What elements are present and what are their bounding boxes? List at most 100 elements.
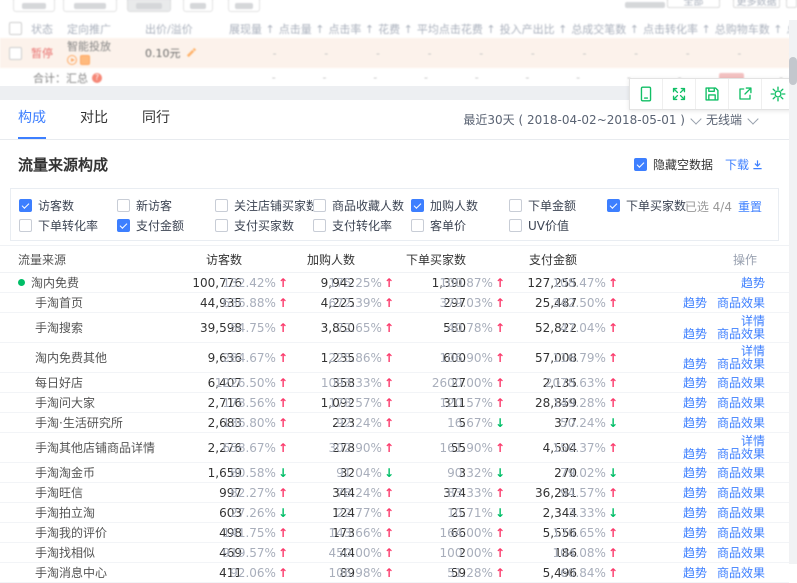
trend-link[interactable]: 趋势	[683, 504, 707, 521]
ad-toolbar-button[interactable]	[63, 0, 117, 12]
ad-filter-select[interactable]: 全部	[667, 0, 720, 8]
product-link[interactable]: 商品效果	[717, 564, 765, 581]
ad-metric-header[interactable]: 总购物车数 ↑	[715, 21, 787, 37]
pct-value: 3.33%	[568, 506, 606, 520]
trend-link[interactable]: 趋势	[683, 448, 707, 461]
ad-metric-header[interactable]: 点击率 ↑	[328, 21, 378, 37]
pct-value: 106.90%	[440, 351, 493, 365]
hide-empty-checkbox[interactable]	[634, 158, 647, 171]
metric-checkbox[interactable]	[411, 219, 424, 232]
product-effect-link[interactable]: 商品效果	[717, 358, 765, 371]
tab-对比[interactable]: 对比	[80, 100, 108, 139]
pct-value: 225.86%	[329, 351, 382, 365]
metric-checkbox[interactable]	[215, 199, 228, 212]
pct-value: 54.75%	[230, 321, 276, 335]
empty-value: -	[432, 71, 483, 84]
product-link[interactable]: 商品效果	[717, 294, 765, 311]
detail-link[interactable]: 详情	[741, 315, 765, 328]
metric-checkbox[interactable]	[19, 219, 32, 232]
trend-link[interactable]: 趋势	[683, 544, 707, 561]
metric-checkbox[interactable]	[607, 199, 620, 212]
tab-构成[interactable]: 构成	[18, 100, 46, 139]
row-checkbox[interactable]	[9, 47, 22, 60]
ad-metric-header[interactable]: 花费 ↑	[378, 21, 417, 37]
ad-toolbar-button[interactable]	[13, 0, 55, 12]
campaign-name[interactable]: 智能投放	[67, 40, 111, 53]
scrollbar-track[interactable]	[789, 20, 797, 564]
trend-link[interactable]: 趋势	[683, 294, 707, 311]
pct-value: 175.25%	[329, 276, 382, 290]
source-name-cell: 手淘首页	[0, 294, 180, 311]
trend-link[interactable]: 趋势	[741, 274, 765, 291]
product-link[interactable]: 商品效果	[717, 394, 765, 411]
product-link[interactable]: 商品效果	[717, 484, 765, 501]
select-all-checkbox[interactable]	[9, 22, 22, 35]
empty-value: -	[533, 71, 584, 84]
trend-link[interactable]: 趋势	[683, 464, 707, 481]
trend-link[interactable]: 趋势	[683, 394, 707, 411]
ad-metric-header[interactable]: 投入产出比 ↑	[500, 21, 572, 37]
reset-link[interactable]: 重置	[738, 198, 762, 215]
ad-toolbar-button[interactable]	[183, 0, 213, 12]
detail-link[interactable]: 详情	[741, 345, 765, 358]
metric-checkbox[interactable]	[19, 199, 32, 212]
scrollbar-thumb[interactable]	[789, 57, 797, 85]
trend-link[interactable]: 趋势	[683, 358, 707, 371]
source-name-cell: 手淘旺信	[0, 484, 180, 501]
ad-metric-header[interactable]: 总成交笔数 ↑	[571, 21, 643, 37]
mobile-preview-icon[interactable]	[630, 79, 662, 109]
product-link[interactable]: 商品效果	[717, 414, 765, 431]
metric-filter-item: 支付金额	[117, 217, 215, 234]
ad-toolbar-button[interactable]	[228, 0, 260, 12]
ad-metric-header[interactable]: 点击量 ↑	[279, 21, 329, 37]
save-icon[interactable]	[695, 79, 728, 109]
play-icon[interactable]	[67, 55, 77, 65]
trend-link[interactable]: 趋势	[683, 564, 707, 581]
download-link[interactable]: 下载	[725, 156, 749, 173]
more-data-button[interactable]: 更多数据	[733, 0, 780, 8]
ad-metric-header[interactable]: 点击转化率 ↑	[643, 21, 715, 37]
metric-checkbox[interactable]	[411, 199, 424, 212]
metric-change: 47.04%↑	[577, 321, 618, 335]
trend-link[interactable]: 趋势	[683, 524, 707, 541]
table-row: 手淘我的评价498141.75%↑173143.66%↑66164.00%↑5,…	[0, 523, 789, 543]
metric-value: 2,344	[505, 506, 577, 520]
trend-link[interactable]: 趋势	[683, 484, 707, 501]
source-name-cell: 手淘淘金币	[0, 464, 180, 481]
actions-cell: 趋势商品效果	[618, 464, 789, 481]
trend-link[interactable]: 趋势	[683, 328, 707, 341]
trend-link[interactable]: 趋势	[683, 374, 707, 391]
metric-checkbox[interactable]	[117, 199, 130, 212]
metric-checkbox[interactable]	[215, 219, 228, 232]
product-link[interactable]: 商品效果	[717, 464, 765, 481]
ad-metric-header[interactable]: 展现量 ↑	[229, 21, 279, 37]
arrow-up-icon: ↑	[384, 486, 394, 500]
edit-pencil-icon[interactable]	[185, 48, 196, 59]
metric-checkbox[interactable]	[117, 219, 130, 232]
metric-checkbox[interactable]	[509, 219, 522, 232]
metric-checkbox[interactable]	[509, 199, 522, 212]
help-icon[interactable]: ?	[92, 73, 102, 83]
product-link[interactable]: 商品效果	[717, 524, 765, 541]
product-link[interactable]: 商品效果	[717, 544, 765, 561]
trend-link[interactable]: 趋势	[683, 414, 707, 431]
metric-checkbox[interactable]	[313, 199, 326, 212]
product-link[interactable]: 商品效果	[717, 374, 765, 391]
collapse-button[interactable]	[786, 0, 797, 8]
detail-link[interactable]: 详情	[741, 435, 765, 448]
product-link[interactable]: 商品效果	[717, 504, 765, 521]
table-row: 手淘消息中心41192.06%↑89106.98%↑5951.28%↑5,496…	[0, 563, 789, 583]
share-export-icon[interactable]	[728, 79, 761, 109]
arrow-up-icon: ↑	[495, 546, 505, 560]
product-effect-link[interactable]: 商品效果	[717, 448, 765, 461]
metric-change: 106.90%↑	[466, 351, 505, 365]
empty-value: -	[229, 47, 281, 60]
tab-同行[interactable]: 同行	[142, 100, 170, 139]
ad-toolbar-button[interactable]	[127, 0, 171, 12]
product-effect-link[interactable]: 商品效果	[717, 328, 765, 341]
status-paused: 暂停	[31, 45, 67, 61]
metric-checkbox[interactable]	[313, 219, 326, 232]
ad-metric-header[interactable]: 平均点击花费 ↑	[417, 21, 500, 37]
arrow-up-icon: ↑	[608, 376, 618, 390]
fullscreen-icon[interactable]	[662, 79, 695, 109]
